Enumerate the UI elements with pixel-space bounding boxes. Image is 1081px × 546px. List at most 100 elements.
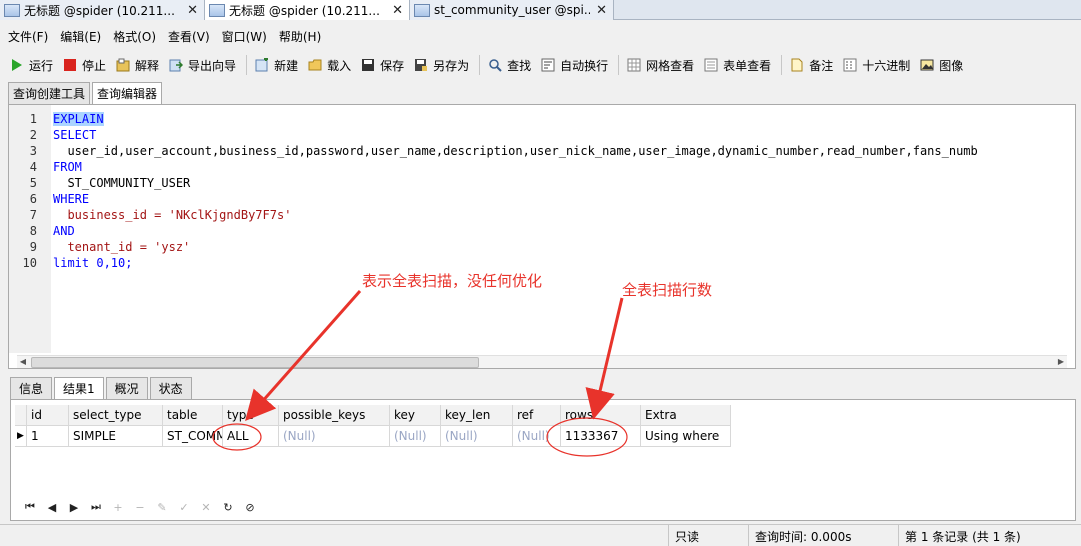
grid-cell[interactable]: 1 bbox=[27, 426, 69, 447]
editor-panel-tabs: 查询创建工具 查询编辑器 bbox=[8, 82, 164, 104]
tab-profile[interactable]: 概况 bbox=[105, 377, 148, 399]
scroll-right-icon[interactable]: ▶ bbox=[1055, 356, 1067, 368]
grid-cell[interactable]: Using where bbox=[641, 426, 731, 447]
tab-status[interactable]: 状态 bbox=[149, 377, 192, 399]
horizontal-scrollbar[interactable]: ◀ ▶ bbox=[17, 355, 1067, 368]
tab-result-1[interactable]: 结果1 bbox=[54, 377, 104, 399]
new-button[interactable]: 新建 bbox=[255, 57, 298, 74]
scrollbar-thumb[interactable] bbox=[31, 357, 479, 368]
next-record-icon[interactable]: ▶ bbox=[63, 501, 85, 514]
save-icon bbox=[361, 58, 375, 72]
tab-query-builder[interactable]: 查询创建工具 bbox=[8, 82, 91, 104]
line-number-gutter: 1 2 3 4 5 6 7 8 9 10 bbox=[9, 105, 51, 353]
code-line: ST_COMMUNITY_USER bbox=[53, 176, 191, 190]
folder-icon bbox=[308, 58, 322, 72]
scroll-left-icon[interactable]: ◀ bbox=[17, 356, 29, 368]
refresh-icon[interactable]: ↻ bbox=[217, 501, 239, 514]
menu-edit[interactable]: 编辑(E) bbox=[60, 28, 101, 45]
column-header[interactable]: ref bbox=[513, 405, 561, 426]
table-row[interactable]: ▶ 1 SIMPLE ST_COMMUNITY_USER ALL (Null) … bbox=[15, 426, 731, 447]
stop-query-icon[interactable]: ⊘ bbox=[239, 501, 261, 514]
hex-button[interactable]: 十六进制 bbox=[843, 57, 910, 74]
menu-window[interactable]: 窗口(W) bbox=[222, 28, 267, 45]
doc-tab-label: 无标题 @spider (10.211... bbox=[229, 3, 380, 18]
column-header[interactable]: id bbox=[27, 405, 69, 426]
tab-query-editor[interactable]: 查询编辑器 bbox=[92, 82, 163, 104]
sql-editor[interactable]: 1 2 3 4 5 6 7 8 9 10 EXPLAIN SELECT user… bbox=[8, 104, 1076, 369]
save-button[interactable]: 保存 bbox=[361, 57, 404, 74]
close-icon[interactable]: ✕ bbox=[392, 3, 403, 18]
grid-cell[interactable]: (Null) bbox=[279, 426, 390, 447]
explain-button[interactable]: 解释 bbox=[116, 57, 159, 74]
line-number: 3 bbox=[29, 144, 37, 158]
code-line: tenant_id = 'ysz' bbox=[53, 240, 191, 254]
find-button[interactable]: 查找 bbox=[488, 57, 531, 74]
menu-file[interactable]: 文件(F) bbox=[8, 28, 48, 45]
toolbar-separator bbox=[618, 55, 620, 75]
add-record-icon[interactable]: + bbox=[107, 501, 129, 514]
delete-record-icon[interactable]: − bbox=[129, 501, 151, 514]
menu-view[interactable]: 查看(V) bbox=[168, 28, 210, 45]
column-header[interactable]: key_len bbox=[441, 405, 513, 426]
cancel-icon[interactable]: ✕ bbox=[195, 501, 217, 514]
doc-tab-untitled-1[interactable]: 无标题 @spider (10.211... ✕ bbox=[0, 0, 205, 20]
code-line: business_id = 'NKclKjgndBy7F7s' bbox=[53, 208, 292, 222]
hex-label: 十六进制 bbox=[862, 58, 911, 73]
apply-icon[interactable]: ✓ bbox=[173, 501, 195, 514]
grid-cell[interactable]: (Null) bbox=[441, 426, 513, 447]
doc-tab-st-community-user[interactable]: st_community_user @spi... ✕ bbox=[410, 0, 614, 20]
menu-help[interactable]: 帮助(H) bbox=[279, 28, 321, 45]
memo-icon bbox=[790, 58, 804, 72]
toolbar-separator bbox=[246, 55, 248, 75]
grid-cell[interactable]: ST_COMMUNITY_USER bbox=[163, 426, 223, 447]
close-icon[interactable]: ✕ bbox=[187, 3, 198, 18]
column-header[interactable]: table bbox=[163, 405, 223, 426]
line-number: 6 bbox=[29, 192, 37, 206]
column-header[interactable]: rows bbox=[561, 405, 641, 426]
line-number: 4 bbox=[29, 160, 37, 174]
line-number: 9 bbox=[29, 240, 37, 254]
tab-info[interactable]: 信息 bbox=[10, 377, 53, 399]
word-wrap-label: 自动换行 bbox=[560, 58, 609, 73]
save-as-button[interactable]: 另存为 bbox=[414, 57, 469, 74]
play-icon bbox=[10, 58, 24, 72]
code-line: AND bbox=[53, 224, 75, 238]
column-header[interactable]: key bbox=[390, 405, 441, 426]
column-header[interactable]: possible_keys bbox=[279, 405, 390, 426]
export-wizard-button[interactable]: 导出向导 bbox=[169, 57, 236, 74]
edit-record-icon[interactable]: ✎ bbox=[151, 501, 173, 514]
new-label: 新建 bbox=[274, 58, 299, 73]
column-header[interactable]: Extra bbox=[641, 405, 731, 426]
stop-button[interactable]: 停止 bbox=[63, 57, 106, 74]
run-button[interactable]: 运行 bbox=[10, 57, 53, 74]
explain-icon bbox=[116, 58, 130, 72]
load-button[interactable]: 载入 bbox=[308, 57, 351, 74]
grid-view-button[interactable]: 网格查看 bbox=[627, 57, 694, 74]
word-wrap-button[interactable]: 自动换行 bbox=[541, 57, 608, 74]
menu-format[interactable]: 格式(O) bbox=[113, 28, 156, 45]
prev-record-icon[interactable]: ◀ bbox=[41, 501, 63, 514]
row-indicator-header bbox=[15, 405, 27, 426]
close-icon[interactable]: ✕ bbox=[596, 3, 607, 18]
grid-cell[interactable]: (Null) bbox=[513, 426, 561, 447]
record-count-status: 第 1 条记录 (共 1 条) bbox=[898, 525, 1081, 546]
column-header[interactable]: type bbox=[223, 405, 279, 426]
grid-cell[interactable]: ALL bbox=[223, 426, 279, 447]
image-button[interactable]: 图像 bbox=[920, 57, 963, 74]
line-number: 5 bbox=[29, 176, 37, 190]
grid-cell[interactable]: (Null) bbox=[390, 426, 441, 447]
line-number: 1 bbox=[29, 112, 37, 126]
stop-icon bbox=[63, 58, 77, 72]
code-line: EXPLAIN bbox=[53, 112, 104, 126]
form-view-button[interactable]: 表单查看 bbox=[704, 57, 771, 74]
save-as-label: 另存为 bbox=[433, 58, 470, 73]
first-record-icon[interactable]: ⏮ bbox=[19, 500, 41, 514]
form-icon bbox=[704, 58, 718, 72]
last-record-icon[interactable]: ⏭ bbox=[85, 500, 107, 514]
memo-button[interactable]: 备注 bbox=[790, 57, 833, 74]
stop-label: 停止 bbox=[82, 58, 107, 73]
grid-cell[interactable]: SIMPLE bbox=[69, 426, 163, 447]
column-header[interactable]: select_type bbox=[69, 405, 163, 426]
grid-cell[interactable]: 1133367 bbox=[561, 426, 641, 447]
doc-tab-untitled-2[interactable]: 无标题 @spider (10.211... ✕ bbox=[205, 0, 410, 20]
